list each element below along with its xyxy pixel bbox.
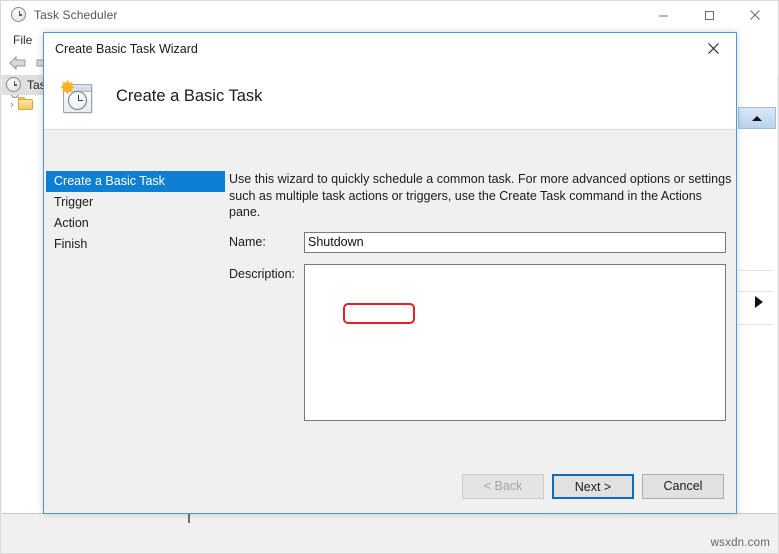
name-field-row: Name: xyxy=(229,231,726,253)
tree-item-task-scheduler[interactable]: Tas xyxy=(2,75,43,95)
description-input[interactable] xyxy=(304,263,726,421)
console-tree-pane: Tas › xyxy=(2,75,44,513)
name-input[interactable] xyxy=(304,231,726,253)
description-label: Description: xyxy=(229,266,295,281)
step-create-a-basic-task[interactable]: Create a Basic Task xyxy=(46,171,225,192)
back-arrow-icon[interactable] xyxy=(5,52,31,74)
actions-pane xyxy=(735,75,777,513)
screenshot-root: Task Scheduler File Tas › wsxdn.com Crea… xyxy=(0,0,779,554)
tree-item-task-scheduler-library[interactable]: › xyxy=(2,95,43,115)
intro-description: Use this wizard to quickly schedule a co… xyxy=(229,172,732,219)
back-button: < Back xyxy=(462,474,544,499)
close-icon[interactable] xyxy=(732,1,778,29)
window-controls xyxy=(640,1,778,29)
dialog-footer: < Back Next > Cancel xyxy=(44,461,736,513)
expand-right-arrow[interactable] xyxy=(755,296,763,308)
dialog-header: ✸ Create a Basic Task xyxy=(44,64,736,129)
next-button[interactable]: Next > xyxy=(552,474,634,499)
dialog-button-row: < Back Next > Cancel xyxy=(462,474,724,499)
status-bar xyxy=(2,513,777,552)
dialog-title: Create Basic Task Wizard xyxy=(55,41,198,56)
task-wizard-icon: ✸ xyxy=(57,78,97,116)
wizard-step-list: Create a Basic Task Trigger Action Finis… xyxy=(46,171,225,255)
window-title: Task Scheduler xyxy=(34,8,118,22)
wizard-content-pane: Use this wizard to quickly schedule a co… xyxy=(229,171,731,421)
dialog-body: Create a Basic Task Trigger Action Finis… xyxy=(44,129,736,461)
scroll-up-arrow[interactable] xyxy=(738,107,776,129)
star-icon: ✸ xyxy=(59,77,76,99)
step-trigger[interactable]: Trigger xyxy=(46,192,225,213)
maximize-icon[interactable] xyxy=(686,1,732,29)
step-action[interactable]: Action xyxy=(46,213,225,234)
folder-clock-icon xyxy=(11,95,35,113)
splitter-handle[interactable] xyxy=(188,514,190,523)
watermark: wsxdn.com xyxy=(710,537,770,549)
menu-item-file[interactable]: File xyxy=(5,31,40,49)
tree-item-label: Tas xyxy=(27,78,43,92)
main-titlebar: Task Scheduler xyxy=(1,1,778,29)
name-label: Name: xyxy=(229,234,266,249)
tree-chevron-icon[interactable]: › xyxy=(6,99,18,111)
clock-icon xyxy=(6,77,23,93)
clock-icon xyxy=(11,7,27,23)
create-basic-task-wizard-dialog: Create Basic Task Wizard ✸ Create a Basi… xyxy=(43,32,737,514)
page-title: Create a Basic Task xyxy=(116,87,263,105)
cancel-button[interactable]: Cancel xyxy=(642,474,724,499)
dialog-titlebar: Create Basic Task Wizard xyxy=(44,33,736,64)
minimize-icon[interactable] xyxy=(640,1,686,29)
description-field-row: Description: xyxy=(229,263,726,421)
close-icon[interactable] xyxy=(691,33,736,63)
step-finish[interactable]: Finish xyxy=(46,234,225,255)
